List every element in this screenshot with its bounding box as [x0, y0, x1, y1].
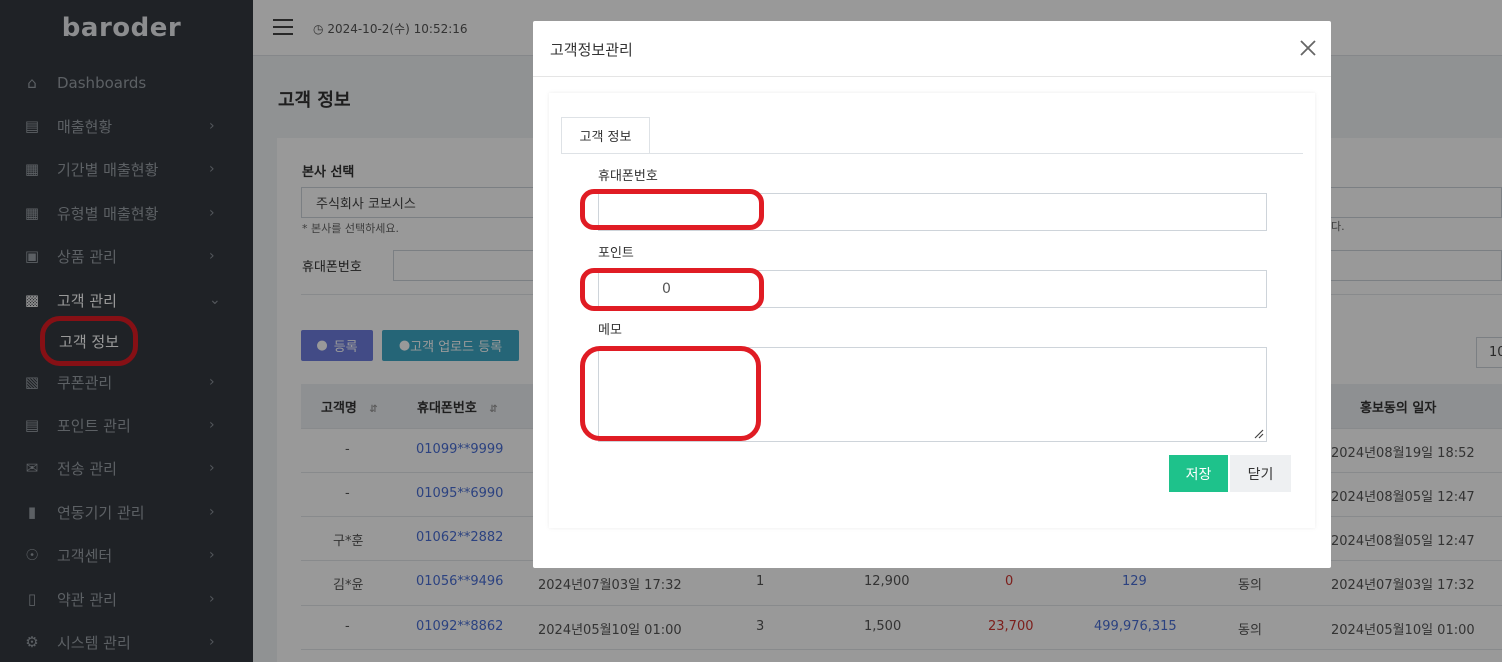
save-button[interactable]: 저장: [1169, 455, 1228, 492]
tab-customer-info[interactable]: 고객 정보: [561, 117, 650, 154]
modal-body: 고객 정보 휴대폰번호 포인트 0 메모 저장 닫기: [549, 93, 1315, 528]
point-label: 포인트: [598, 246, 634, 261]
tab-divider: [561, 153, 1303, 154]
phone-label: 휴대폰번호: [598, 169, 658, 184]
highlight-marker: [580, 189, 764, 230]
highlight-marker: [580, 346, 761, 441]
close-icon[interactable]: [1298, 38, 1318, 58]
memo-label: 메모: [598, 323, 622, 338]
customer-info-modal: 고객정보관리 고객 정보 휴대폰번호 포인트 0 메모 저장 닫기: [533, 21, 1331, 568]
resize-grip-icon: [1254, 429, 1264, 439]
close-button[interactable]: 닫기: [1230, 455, 1291, 492]
modal-header: 고객정보관리: [533, 21, 1331, 77]
modal-title: 고객정보관리: [550, 41, 633, 59]
highlight-marker: [580, 268, 764, 311]
